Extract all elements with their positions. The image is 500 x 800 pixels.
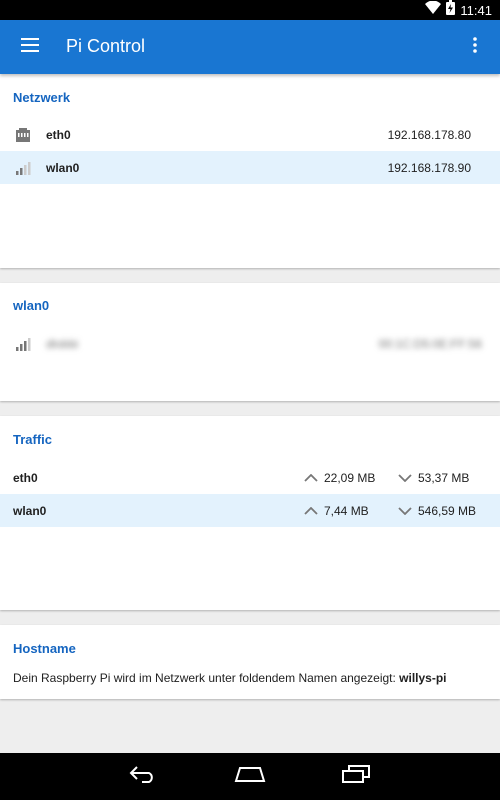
- wlan-network-row[interactable]: dlobbi 00:1C:D5:0E:FF:56: [0, 327, 500, 360]
- recents-icon: [341, 764, 371, 788]
- traffic-card: Traffic eth0 22,09 MB 53,37 MB wlan0 7,4…: [0, 416, 500, 610]
- network-row-wlan0[interactable]: wlan0 192.168.178.90: [0, 151, 500, 184]
- wlan-ssid: dlobbi: [46, 336, 79, 351]
- chevron-down-icon: [398, 504, 412, 518]
- wlan-section-title: wlan0: [13, 298, 50, 313]
- back-button[interactable]: [124, 761, 164, 791]
- home-icon: [234, 766, 266, 787]
- app-bar: Pi Control: [0, 20, 500, 74]
- recents-button[interactable]: [336, 761, 376, 791]
- network-row-eth0[interactable]: eth0 192.168.178.80: [0, 118, 500, 151]
- chevron-up-icon: [304, 504, 318, 518]
- app-title: Pi Control: [66, 36, 146, 56]
- upload-value: 22,09 MB: [324, 470, 376, 485]
- hostname-description-text: Dein Raspberry Pi wird im Netzwerk unter…: [13, 671, 400, 685]
- status-time: 11:41: [460, 2, 492, 18]
- home-button[interactable]: [230, 761, 270, 791]
- wlan-card: wlan0 dlobbi 00:1C:D5:0E:FF:56: [0, 283, 500, 401]
- download-value: 546,59 MB: [418, 503, 477, 518]
- download-stat: 546,59 MB: [398, 504, 476, 518]
- chevron-up-icon: [304, 471, 318, 485]
- interface-name: eth0: [13, 470, 38, 485]
- hostname-value: willys-pi: [399, 671, 447, 685]
- hostname-card: Hostname Dein Raspberry Pi wird im Netzw…: [0, 625, 500, 699]
- overflow-menu-button[interactable]: [460, 29, 490, 65]
- menu-button[interactable]: [12, 29, 48, 65]
- upload-stat: 22,09 MB: [304, 471, 375, 485]
- wifi-signal-icon: [15, 336, 31, 352]
- chevron-down-icon: [398, 471, 412, 485]
- traffic-section-title: Traffic: [13, 432, 53, 447]
- more-vert-icon: [473, 36, 477, 58]
- interface-name: wlan0: [13, 503, 47, 518]
- ip-address: 192.168.178.90: [387, 160, 471, 175]
- download-value: 53,37 MB: [418, 470, 470, 485]
- battery-icon: [446, 0, 456, 20]
- back-icon: [129, 765, 159, 788]
- wlan-mac-address: 00:1C:D5:0E:FF:56: [378, 336, 482, 351]
- wifi-status-icon: [425, 0, 442, 19]
- traffic-row-eth0[interactable]: eth0 22,09 MB 53,37 MB: [0, 461, 500, 494]
- wifi-signal-icon: [15, 160, 31, 176]
- hamburger-menu-icon: [21, 37, 39, 57]
- download-stat: 53,37 MB: [398, 471, 469, 485]
- upload-value: 7,44 MB: [324, 503, 369, 518]
- navigation-bar: [0, 753, 500, 800]
- network-card: Netzwerk eth0 192.168.178.80 wlan0 192.1…: [0, 74, 500, 268]
- ip-address: 192.168.178.80: [387, 127, 471, 142]
- network-section-title: Netzwerk: [13, 90, 71, 105]
- traffic-row-wlan0[interactable]: wlan0 7,44 MB 546,59 MB: [0, 494, 500, 527]
- interface-name: eth0: [46, 127, 71, 142]
- ethernet-icon: [15, 127, 31, 143]
- interface-name: wlan0: [46, 160, 80, 175]
- status-bar: 11:41: [0, 0, 500, 20]
- hostname-section-title: Hostname: [13, 641, 76, 656]
- hostname-description: Dein Raspberry Pi wird im Netzwerk unter…: [13, 671, 447, 685]
- upload-stat: 7,44 MB: [304, 504, 369, 518]
- status-icons: 11:41: [425, 0, 492, 20]
